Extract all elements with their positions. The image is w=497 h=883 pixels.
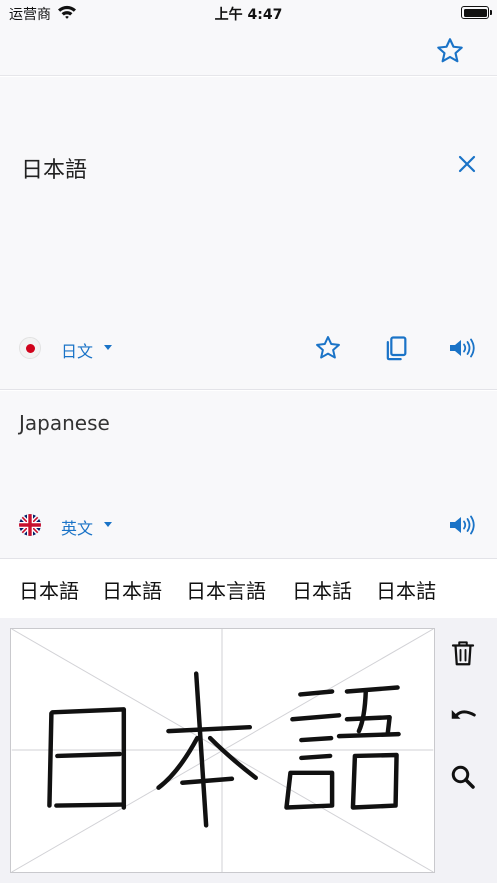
top-bar — [0, 26, 497, 76]
status-bar: 运营商 上午 4:47 — [0, 0, 497, 26]
favorites-star-icon[interactable] — [435, 36, 465, 66]
candidate-item[interactable]: 日本詰 — [376, 575, 436, 604]
chevron-down-icon[interactable] — [104, 522, 112, 527]
candidate-item[interactable]: 日本話 — [292, 575, 352, 604]
candidate-item[interactable]: 日本語 — [102, 575, 162, 604]
source-language-row: 日文 — [0, 333, 497, 363]
source-text[interactable]: 日本語 — [21, 152, 87, 184]
battery-icon — [461, 6, 492, 19]
search-icon[interactable] — [448, 762, 478, 792]
candidate-bar: 日本語 日本語 日本言語 日本話 日本詰 — [0, 560, 497, 618]
handwriting-canvas[interactable] — [10, 628, 435, 873]
japan-flag-icon — [19, 337, 41, 359]
source-panel: 日本語 日文 — [0, 77, 497, 390]
star-outline-icon[interactable] — [313, 334, 343, 362]
translation-text: Japanese — [19, 411, 110, 435]
candidate-item[interactable]: 日本語 — [19, 575, 79, 604]
status-time: 上午 4:47 — [214, 7, 283, 23]
chevron-down-icon[interactable] — [104, 345, 112, 350]
target-panel: Japanese 英文 — [0, 391, 497, 559]
target-language-label[interactable]: 英文 — [61, 515, 93, 539]
candidate-item[interactable]: 日本言語 — [186, 575, 266, 604]
trash-icon[interactable] — [448, 638, 478, 668]
handwriting-area — [0, 618, 497, 883]
copy-icon[interactable] — [381, 334, 411, 362]
target-language-row: 英文 — [0, 510, 497, 540]
source-language-label[interactable]: 日文 — [61, 338, 93, 362]
close-icon[interactable] — [457, 154, 477, 174]
uk-flag-icon — [19, 514, 41, 536]
speaker-icon[interactable] — [447, 334, 477, 362]
undo-icon[interactable] — [448, 700, 478, 730]
speaker-icon[interactable] — [447, 511, 477, 539]
